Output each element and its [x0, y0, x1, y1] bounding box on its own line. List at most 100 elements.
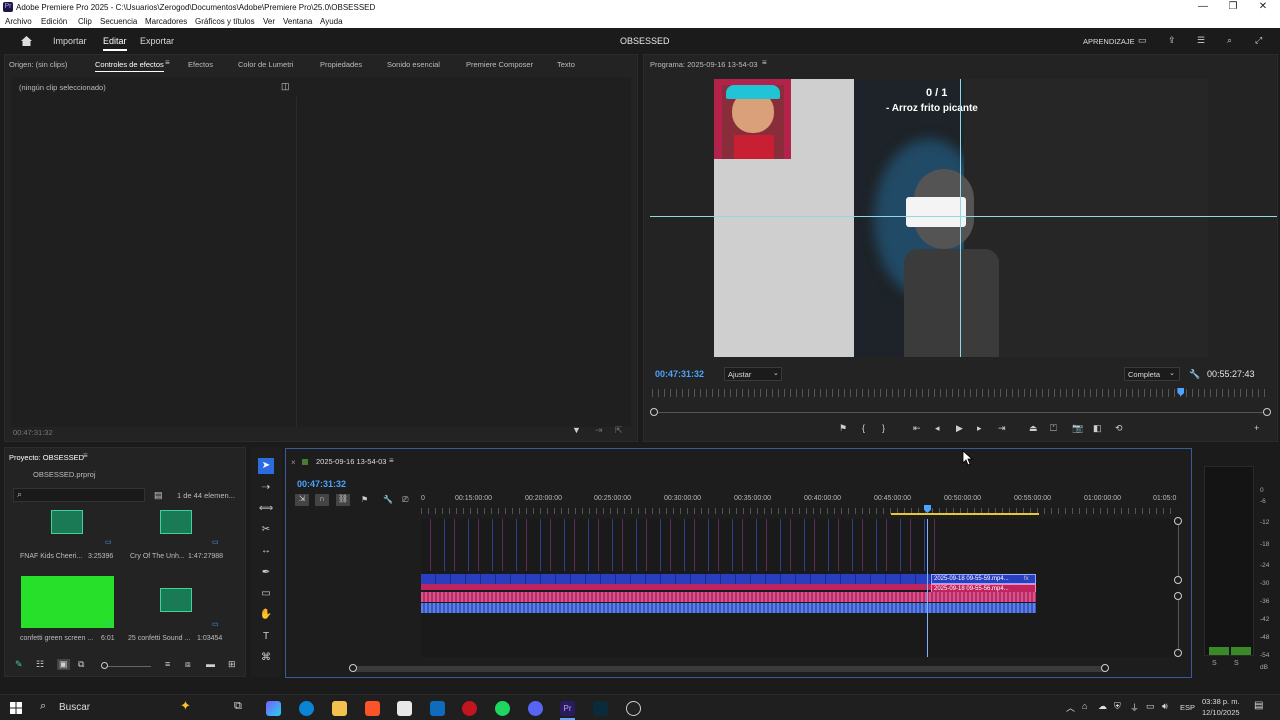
search-icon[interactable]: ⌕ [40, 700, 46, 713]
clock-date[interactable]: 12/10/2025 [1202, 708, 1240, 717]
tray-display-icon[interactable]: ▭ [1146, 701, 1155, 712]
video-clip-v1-upper[interactable] [421, 574, 931, 584]
new-bin-icon[interactable]: ▤ [154, 490, 163, 501]
add-marker-icon[interactable]: ⚑ [361, 495, 368, 504]
minimize-button[interactable]: — [1188, 0, 1218, 15]
workspaces-icon[interactable]: ☰ [1197, 35, 1205, 46]
tab-effects[interactable]: Efectos [188, 60, 213, 69]
menu-clip[interactable]: Clip [78, 17, 92, 26]
tab-premiere-composer[interactable]: Premiere Composer [466, 60, 533, 69]
sequence-tab[interactable]: 2025-09-16 13-54-03 [316, 457, 386, 466]
new-bin-icon[interactable]: ▬ [206, 659, 215, 669]
video-track-scrollbar[interactable] [1178, 521, 1179, 583]
pen-tool-icon[interactable]: ✒ [258, 565, 274, 581]
icon-view-icon[interactable]: ▣ [57, 659, 70, 670]
quality-select[interactable]: Completa ⌄ [1124, 367, 1180, 381]
add-marker-icon[interactable]: ⚑ [839, 423, 847, 434]
project-search-input[interactable]: ⌕ [13, 488, 145, 502]
nav-exportar[interactable]: Exportar [140, 36, 174, 46]
ripple-edit-icon[interactable]: ⟺ [258, 501, 274, 517]
audio-clip-a2[interactable] [421, 603, 1036, 613]
panel-layout-icon[interactable]: ▭ [1138, 35, 1147, 46]
timeline-view-toggle-icon[interactable]: ◫ [281, 81, 290, 92]
video-clip-v1-lower[interactable] [421, 584, 931, 590]
obs-icon[interactable] [626, 701, 641, 716]
export-frame-icon[interactable]: 📷 [1072, 423, 1083, 434]
store-icon[interactable] [397, 701, 412, 716]
home-icon[interactable] [20, 35, 33, 47]
play-audio-icon[interactable]: ⇥ [595, 425, 603, 436]
thumbnail-slider-handle[interactable] [101, 662, 108, 669]
list-view-icon[interactable]: ☷ [36, 659, 44, 670]
work-area-bar[interactable] [891, 513, 1039, 515]
windows-start-icon[interactable] [10, 702, 22, 714]
workspace-learning-label[interactable]: APRENDIZAJE [1083, 37, 1135, 46]
timeline-horizontal-scrollbar[interactable] [352, 666, 1108, 672]
brave-icon[interactable] [365, 701, 380, 716]
zoom-handle-left[interactable] [650, 408, 658, 416]
tray-app-icon[interactable]: ⌂ [1082, 701, 1087, 711]
file-explorer-icon[interactable] [332, 701, 347, 716]
go-to-out-icon[interactable]: ⇥ [998, 423, 1006, 434]
tab-text[interactable]: Texto [557, 60, 575, 69]
menu-archivo[interactable]: Archivo [5, 17, 32, 26]
new-item-icon[interactable]: ⊞ [228, 659, 236, 670]
scroll-handle[interactable] [1174, 649, 1182, 657]
language-indicator[interactable]: ESP [1180, 703, 1195, 712]
audio-clip-a1[interactable] [421, 592, 1036, 602]
track-select-icon[interactable]: ⇢ [258, 480, 274, 496]
linked-selection-icon[interactable]: ⛓ [336, 494, 350, 506]
program-timecode[interactable]: 00:47:31:32 [655, 369, 704, 379]
copilot-sparkle-icon[interactable]: ✦ [180, 698, 191, 714]
close-window-button[interactable]: ✕ [1248, 0, 1278, 15]
notifications-icon[interactable]: ▤ [1254, 700, 1263, 711]
timeline-playhead-line[interactable] [927, 519, 928, 657]
extract-icon[interactable]: ⏍ [1050, 423, 1057, 434]
solo-left-button[interactable]: S [1212, 660, 1217, 667]
project-item[interactable]: ▭ [130, 510, 230, 550]
rectangle-tool-icon[interactable]: ▭ [258, 586, 274, 602]
lift-icon[interactable]: ⏏ [1029, 423, 1038, 434]
guide-horizontal[interactable] [650, 216, 1277, 217]
add-button-icon[interactable]: + [1254, 423, 1259, 433]
slip-tool-icon[interactable]: ↔ [258, 543, 274, 559]
solo-right-button[interactable]: S [1234, 660, 1239, 667]
tray-usb-icon[interactable]: ⏚ [1130, 701, 1139, 714]
menu-graficos[interactable]: Gráficos y títulos [195, 17, 255, 26]
project-menu-icon[interactable]: ≡ [83, 451, 88, 460]
opera-icon[interactable] [462, 701, 477, 716]
project-item[interactable]: ▭ [130, 588, 230, 628]
task-view-icon[interactable]: ⧉ [234, 700, 242, 713]
fullscreen-icon[interactable]: ⤢ [1255, 35, 1262, 46]
selection-tool-icon[interactable]: ➤ [258, 458, 274, 474]
scroll-handle[interactable] [1174, 592, 1182, 600]
fit-select[interactable]: Ajustar ⌄ [724, 367, 782, 381]
captions-icon[interactable]: ⎚ [402, 495, 408, 505]
share-icon[interactable]: ⇪ [1168, 35, 1176, 46]
freeform-view-icon[interactable]: ⧉ [78, 659, 84, 670]
caption-tool-icon[interactable]: ⌘ [258, 650, 274, 666]
mark-out-icon[interactable]: } [882, 423, 885, 433]
scroll-handle[interactable] [1174, 576, 1182, 584]
maximize-button[interactable]: ❐ [1218, 0, 1248, 15]
nav-editar[interactable]: Editar [103, 36, 127, 51]
zoom-scrollbar[interactable] [654, 412, 1268, 413]
comparison-view-icon[interactable]: ◧ [1093, 423, 1102, 434]
outlook-icon[interactable] [430, 701, 445, 716]
wrench-icon[interactable]: 🔧 [1189, 369, 1200, 380]
zoom-handle-right[interactable] [1263, 408, 1271, 416]
copilot-icon[interactable] [266, 701, 281, 716]
menu-marcadores[interactable]: Marcadores [145, 17, 187, 26]
program-menu-icon[interactable]: ≡ [762, 58, 767, 67]
automate-icon[interactable]: ⧈ [185, 659, 191, 670]
tab-essential-sound[interactable]: Sonido esencial [387, 60, 440, 69]
edge-icon[interactable] [299, 701, 314, 716]
tab-effect-controls[interactable]: Controles de efectos [95, 60, 164, 72]
step-forward-icon[interactable]: ▸ [977, 423, 982, 434]
tray-cloud-icon[interactable]: ☁ [1098, 701, 1107, 712]
step-back-icon[interactable]: ◂ [935, 423, 940, 434]
wrench-icon[interactable]: 🔧 [383, 495, 393, 504]
sort-icon[interactable]: ≡ [165, 659, 170, 669]
tab-properties[interactable]: Propiedades [320, 60, 362, 69]
clock-time[interactable]: 03:38 p. m. [1202, 697, 1240, 706]
